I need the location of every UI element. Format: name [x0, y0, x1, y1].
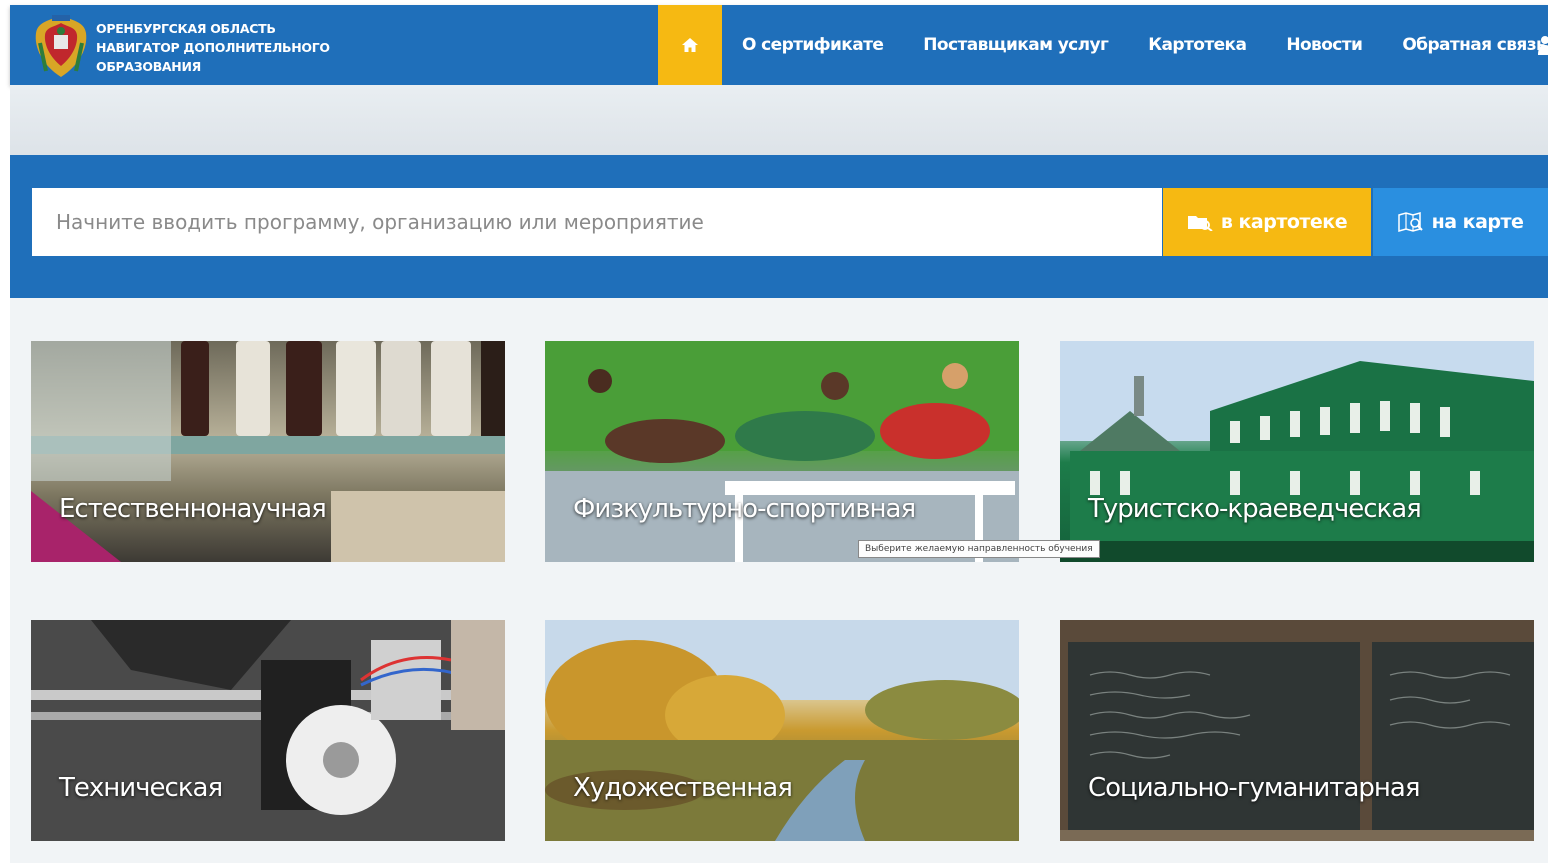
logo-line-education: образования: [96, 59, 201, 74]
logo-line-navigator: навигатор дополнительного: [96, 40, 330, 55]
category-card-social[interactable]: Социально-гуманитарная: [1060, 620, 1534, 841]
category-label: Естественнонаучная: [59, 494, 327, 524]
nav-item-feedback[interactable]: Обратная связь: [1382, 35, 1548, 55]
category-card-science[interactable]: Естественнонаучная: [31, 341, 505, 562]
nav-item-certificate[interactable]: О сертификате: [722, 35, 903, 55]
sport-card-image: [545, 341, 1019, 562]
site-logo-text[interactable]: Оренбургская область навигатор дополните…: [96, 19, 356, 76]
search-on-map-button[interactable]: на карте: [1373, 188, 1548, 256]
category-label: Туристско-краеведческая: [1088, 494, 1422, 524]
folder-icon: [1187, 216, 1213, 231]
nav-item-news[interactable]: Новости: [1266, 35, 1382, 55]
category-card-sport[interactable]: Физкультурно-спортивная: [545, 341, 1019, 562]
direction-tooltip: Выберите желаемую направленность обучени…: [858, 540, 1100, 558]
art-card-image: [545, 620, 1019, 841]
main-menu: О сертификате Поставщикам услуг Картотек…: [722, 5, 1548, 85]
category-label: Художественная: [573, 773, 793, 803]
search-input[interactable]: [32, 188, 1162, 256]
search-panel: в картотеке на карте: [10, 155, 1548, 298]
nav-home-button[interactable]: [658, 5, 722, 85]
category-card-tourism[interactable]: Туристско-краеведческая: [1060, 341, 1534, 562]
top-navigation-bar: Оренбургская область навигатор дополните…: [10, 5, 1548, 85]
map-button-label: на карте: [1431, 211, 1524, 233]
logo-line-region: Оренбургская область: [96, 21, 276, 36]
hero-spacer: [10, 85, 1548, 155]
science-card-image: [31, 341, 505, 562]
category-card-art[interactable]: Художественная: [545, 620, 1019, 841]
search-in-catalog-button[interactable]: в картотеке: [1163, 188, 1371, 256]
home-icon: [682, 38, 698, 52]
catalog-button-label: в картотеке: [1220, 211, 1348, 233]
nav-item-catalog[interactable]: Картотека: [1128, 35, 1266, 55]
category-card-technical[interactable]: Техническая: [31, 620, 505, 841]
user-icon[interactable]: [1536, 35, 1548, 55]
nav-item-providers[interactable]: Поставщикам услуг: [903, 35, 1128, 55]
map-search-icon: [1397, 212, 1423, 232]
social-card-image: [1060, 620, 1534, 841]
technical-card-image: [31, 620, 505, 841]
category-label: Социально-гуманитарная: [1088, 773, 1420, 803]
category-label: Техническая: [59, 773, 223, 803]
tourism-card-image: [1060, 341, 1534, 562]
region-emblem-icon[interactable]: [32, 13, 90, 79]
category-label: Физкультурно-спортивная: [573, 494, 916, 524]
